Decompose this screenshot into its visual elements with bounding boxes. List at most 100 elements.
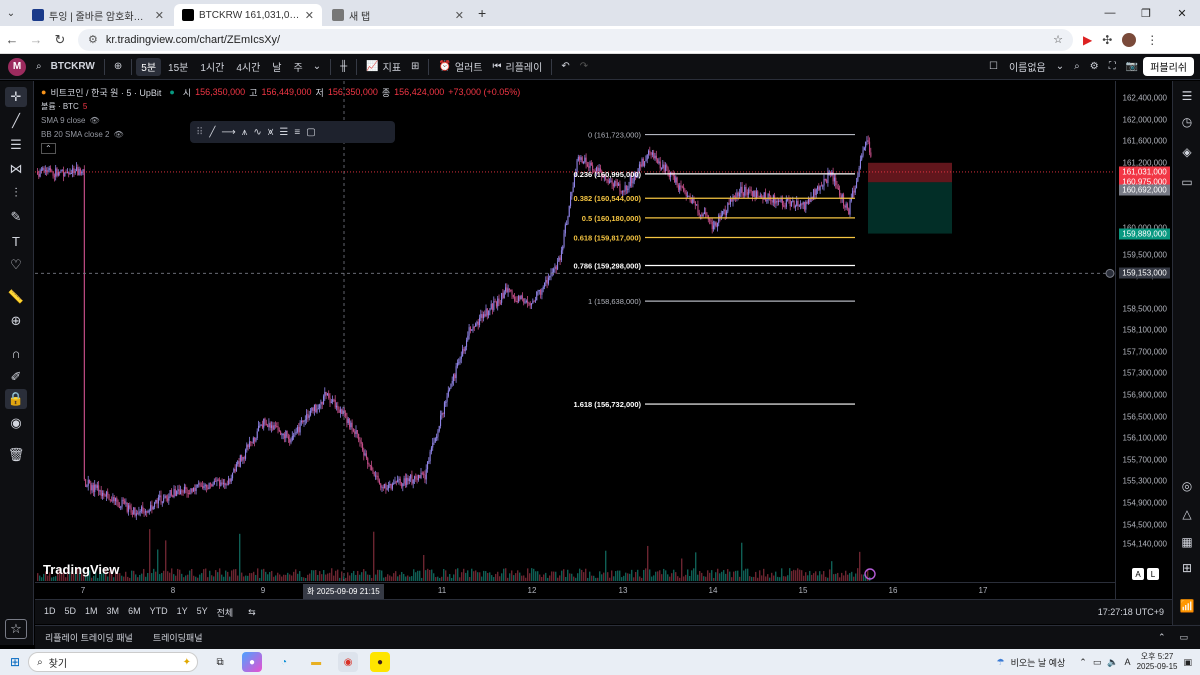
visibility-icon[interactable]: 👁 (113, 130, 123, 139)
fib-tool-icon[interactable]: ☰ (5, 135, 27, 155)
profile-avatar[interactable] (1122, 32, 1137, 47)
tab-close-icon[interactable]: ✕ (305, 9, 314, 22)
chrome-icon[interactable]: ◉ (338, 652, 359, 672)
collapse-legend-icon[interactable]: ⌃ (41, 142, 56, 154)
indicators-button[interactable]: 📈 지표 (361, 58, 406, 76)
redo-icon[interactable]: ↷ (575, 58, 593, 76)
line-tool-icon[interactable]: ╱ (209, 127, 215, 138)
fib-extension-icon[interactable]: ≡ (294, 127, 300, 138)
tab-trading-panel[interactable]: 트레이딩패널 (153, 631, 203, 644)
elliott-wave-icon[interactable]: ⩙ (268, 127, 274, 138)
replay-button[interactable]: ⏮ 리플레이 (488, 58, 548, 76)
watchlist-icon[interactable]: ☰ (1177, 87, 1197, 105)
compare-symbol-icon[interactable]: ⊕ (109, 58, 127, 76)
reload-icon[interactable]: ↻ (48, 32, 72, 48)
stay-drawing-icon[interactable]: ✐ (5, 367, 27, 387)
range-button[interactable]: 1M (85, 606, 98, 619)
lock-icon[interactable]: 🔒 (5, 389, 27, 409)
horizontal-ray-icon[interactable]: ⟶ (221, 127, 235, 138)
candle-type-icon[interactable]: ╫ (335, 58, 352, 76)
layers-icon[interactable]: ◈ (1177, 143, 1197, 161)
drag-handle-icon[interactable]: ⠿ (196, 127, 203, 138)
taskbar-clock[interactable]: 오후 5:27 2025-09-15 (1137, 652, 1178, 672)
chart-canvas[interactable]: 0 (161,723,000) 0.236 (160,995,000) 0.382 … (35, 81, 1115, 599)
templates-icon[interactable]: ⊞ (406, 58, 424, 76)
browser-tab[interactable]: 투잉 | 줄바른 암호화폐 투자의 ✕ (24, 4, 172, 26)
log-scale-button[interactable]: L (1147, 568, 1159, 580)
url-field[interactable]: ⚙ kr.tradingview.com/chart/ZEmIcsXy/ ☆ (78, 28, 1073, 51)
calendar-icon[interactable]: ▦ (1177, 533, 1197, 551)
edge-icon[interactable]: ◔ (274, 652, 294, 672)
ruler-icon[interactable]: 📏 (5, 287, 27, 307)
interval-dropdown-icon[interactable]: ⌄ (308, 58, 326, 76)
range-button[interactable]: YTD (150, 606, 168, 619)
layout-dropdown-icon[interactable]: ⌄ (1051, 58, 1069, 76)
taskbar-search[interactable]: ⌕ 찾기 ✦ (28, 652, 199, 672)
forward-icon[interactable]: → (24, 32, 48, 47)
user-menu-icon[interactable]: M (8, 57, 26, 76)
interval-button[interactable]: 4시간 (231, 58, 265, 76)
range-button[interactable]: 1D (44, 606, 56, 619)
rectangle-icon[interactable]: ▢ (306, 127, 315, 138)
zoom-in-icon[interactable]: ⊕ (5, 311, 27, 331)
price-scale[interactable]: 162,400,000 162,000,000 161,600,000 161,200… (1115, 81, 1172, 599)
broadcast-icon[interactable]: 📶 (1177, 597, 1197, 615)
ideas-icon[interactable]: △ (1177, 505, 1197, 523)
volume-icon[interactable]: 🔈 (1107, 657, 1118, 668)
interval-button[interactable]: 날 (267, 58, 286, 76)
publish-button[interactable]: 퍼블리쉬 (1143, 57, 1194, 76)
forecast-icon[interactable]: ⫶ (5, 183, 27, 203)
goto-date-icon[interactable]: ⇆ (248, 607, 256, 618)
alert-button[interactable]: ⏰ 얼러트 (433, 58, 487, 76)
chart-pane[interactable]: 0 (161,723,000) 0.236 (160,995,000) 0.382 … (35, 81, 1115, 599)
interval-button[interactable]: 1시간 (195, 58, 229, 76)
maximize-panel-icon[interactable]: ▭ (1179, 632, 1188, 643)
target-icon[interactable]: ◎ (1177, 477, 1197, 495)
clock[interactable]: 17:27:18 UTC+9 (1098, 607, 1164, 617)
language-icon[interactable]: A (1125, 657, 1131, 667)
undo-icon[interactable]: ↶ (556, 58, 574, 76)
tab-replay-panel[interactable]: 리플레이 트레이딩 패널 (45, 631, 133, 644)
layout-checkbox-icon[interactable]: ☐ (989, 61, 998, 72)
browser-tab[interactable]: 새 탭 ✕ (324, 4, 472, 26)
legend-title[interactable]: 비트코인 / 한국 원 · 5 · UpBit (50, 86, 161, 99)
visibility-icon[interactable]: 👁 (89, 116, 99, 125)
expand-panel-icon[interactable]: ⌃ (1158, 632, 1166, 643)
pattern-tool-icon[interactable]: ⩚ (242, 127, 248, 138)
tab-close-icon[interactable]: ✕ (155, 9, 164, 22)
close-window-icon[interactable]: ✕ (1164, 0, 1200, 26)
puzzle-icon[interactable]: ✣ (1102, 33, 1112, 47)
bb-legend[interactable]: BB 20 SMA close 2 (41, 130, 109, 139)
range-button[interactable]: 전체 (217, 606, 234, 619)
trash-icon[interactable]: 🗑 (5, 445, 27, 465)
wave-tool-icon[interactable]: ∿ (253, 127, 261, 138)
minimize-icon[interactable]: — (1092, 0, 1128, 26)
symbol-search-icon[interactable]: ⌕ (36, 61, 42, 72)
range-button[interactable]: 5Y (197, 606, 208, 619)
settings-icon[interactable]: ⚙ (1085, 58, 1104, 76)
fullscreen-icon[interactable]: ⛶ (1104, 58, 1121, 76)
text-icon[interactable]: T (5, 231, 27, 251)
copilot-icon[interactable]: ● (242, 652, 263, 672)
chat-icon[interactable]: ▭ (1177, 173, 1197, 191)
snapshot-icon[interactable]: 📷 (1121, 58, 1143, 76)
site-info-icon[interactable]: ⚙ (88, 33, 98, 46)
eye-icon[interactable]: ◉ (5, 413, 27, 433)
pattern-icon[interactable]: ⋈ (5, 159, 27, 179)
range-button[interactable]: 1Y (177, 606, 188, 619)
maximize-icon[interactable]: ❐ (1128, 0, 1164, 26)
task-view-icon[interactable]: ⧉ (210, 652, 230, 672)
tab-search-icon[interactable]: ⌄ (0, 8, 22, 19)
tray-chevron-icon[interactable]: ⌃ (1079, 657, 1087, 668)
new-tab-button[interactable]: + (478, 5, 486, 21)
range-button[interactable]: 5D (65, 606, 77, 619)
interval-button[interactable]: 5분 (136, 57, 162, 76)
apps-grid-icon[interactable]: ⊞ (1177, 559, 1197, 577)
kakaotalk-icon[interactable]: ● (370, 652, 391, 672)
extension-icon[interactable]: ▶ (1083, 33, 1092, 47)
interval-button[interactable]: 주 (289, 58, 308, 76)
interval-button[interactable]: 15분 (163, 58, 193, 76)
menu-icon[interactable]: ⋮ (1146, 33, 1158, 47)
tab-close-icon[interactable]: ✕ (455, 9, 464, 22)
heart-icon[interactable]: ♡ (5, 255, 27, 275)
